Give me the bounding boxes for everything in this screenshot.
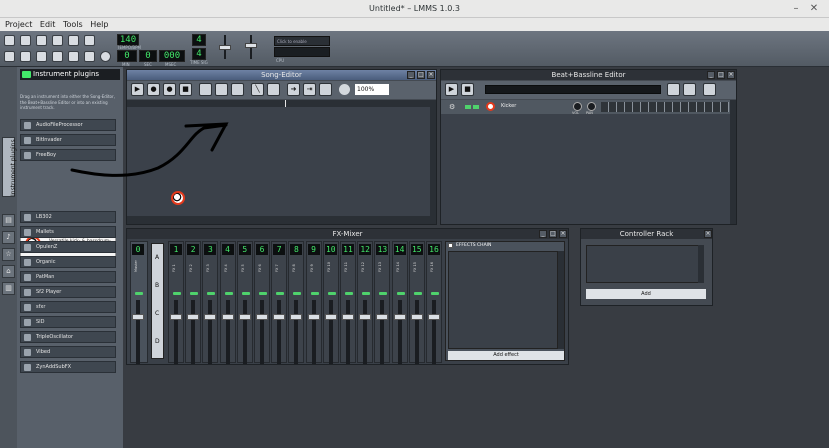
drawn-arrow-stroke [70,123,228,177]
hand-drawn-arrow-overlay [70,122,229,177]
